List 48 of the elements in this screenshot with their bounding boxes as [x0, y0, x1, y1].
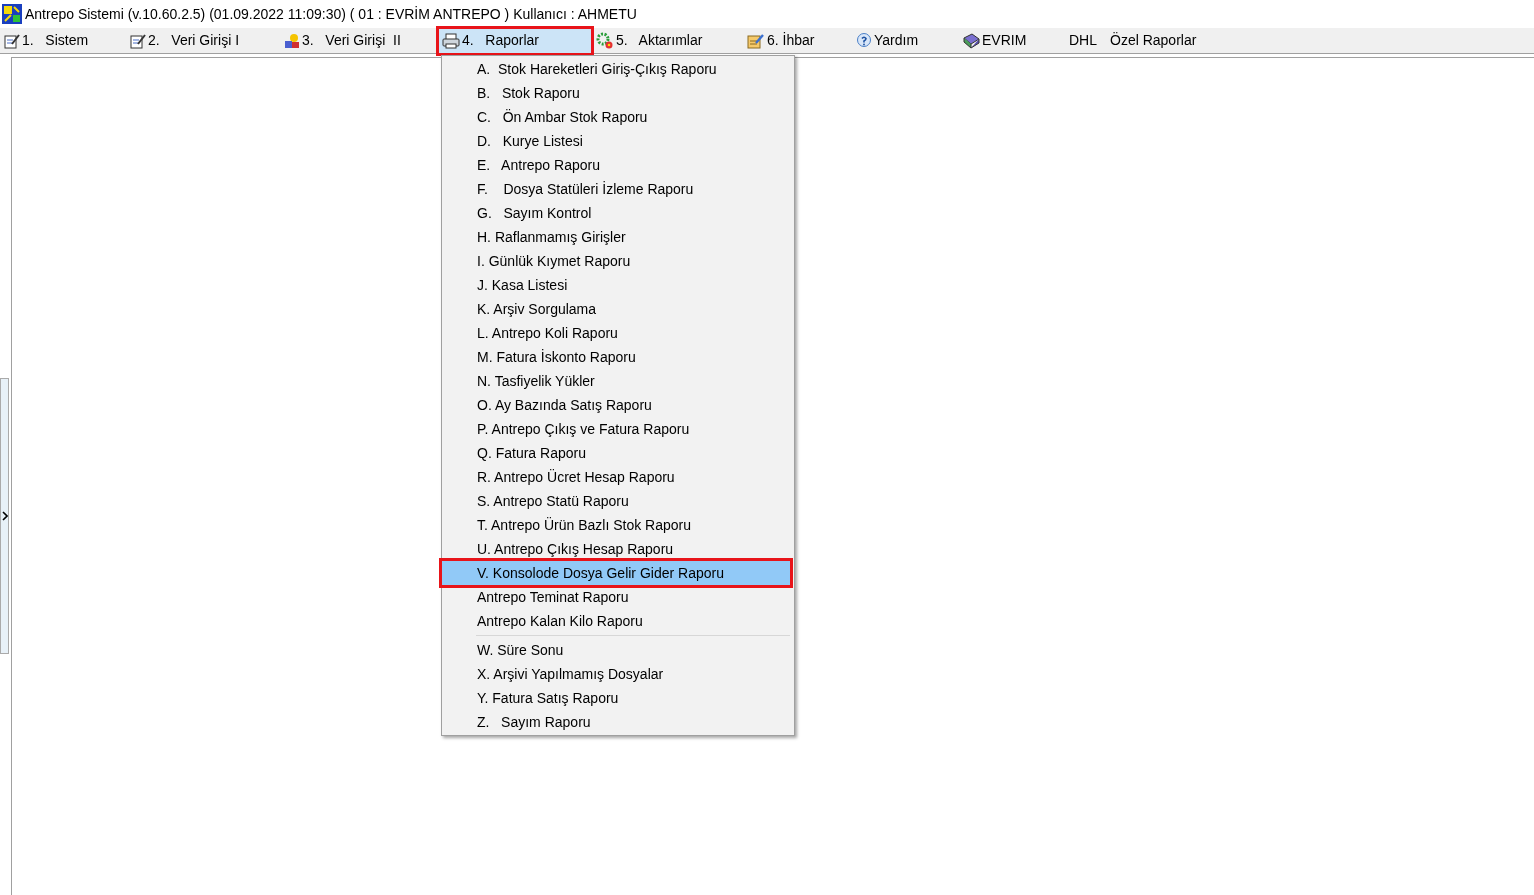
window-title: Antrepo Sistemi (v.10.60.2.5) (01.09.2022 11:09:30) ( 01 : EVRİM ANTREPO ) Kullanıcı : AHMETU	[25, 4, 637, 24]
shapes-icon	[284, 32, 300, 49]
menu-item[interactable]: Z. Sayım Raporu	[442, 710, 790, 734]
menu-item[interactable]: A. Stok Hareketleri Giriş-Çıkış Raporu	[442, 57, 790, 81]
menu-bar-item[interactable]: 4. Raporlar	[438, 27, 592, 54]
printer-icon	[442, 32, 460, 49]
chevron-right-icon	[1, 511, 8, 521]
menu-item[interactable]: C. Ön Ambar Stok Raporu	[442, 105, 790, 129]
help-icon	[856, 32, 872, 49]
menu-item[interactable]: Antrepo Teminat Raporu	[442, 585, 790, 609]
menu-bar-item[interactable]: EVRIM	[958, 27, 1065, 54]
menu-item[interactable]: U. Antrepo Çıkış Hesap Raporu	[442, 537, 790, 561]
menu-item[interactable]: B. Stok Raporu	[442, 81, 790, 105]
gear-icon	[596, 31, 614, 50]
book-icon	[962, 32, 980, 49]
notepad-pencil-icon	[747, 32, 765, 49]
menu-bar-item[interactable]: 2. Veri Girişi I	[126, 27, 280, 54]
menu-bar-item[interactable]: 3. Veri Girişi II	[280, 27, 428, 54]
menu-item[interactable]: V. Konsolode Dosya Gelir Gider Raporu	[442, 561, 790, 585]
menu-item[interactable]: D. Kurye Listesi	[442, 129, 790, 153]
menu-item[interactable]: H. Raflanmamış Girişler	[442, 225, 790, 249]
menu-item[interactable]: Y. Fatura Satış Raporu	[442, 686, 790, 710]
menu-item[interactable]: J. Kasa Listesi	[442, 273, 790, 297]
menu-item[interactable]: N. Tasfiyelik Yükler	[442, 369, 790, 393]
menu-bar-item[interactable]: 1. Sistem	[0, 27, 126, 54]
menu-item[interactable]: S. Antrepo Statü Raporu	[442, 489, 790, 513]
app-logo-icon	[2, 4, 22, 24]
menu-item[interactable]: E. Antrepo Raporu	[442, 153, 790, 177]
menu-item[interactable]: G. Sayım Kontrol	[442, 201, 790, 225]
menu-item[interactable]: L. Antrepo Koli Raporu	[442, 321, 790, 345]
menu-item[interactable]: T. Antrepo Ürün Bazlı Stok Raporu	[442, 513, 790, 537]
menu-item[interactable]: I. Günlük Kıymet Raporu	[442, 249, 790, 273]
menu-item[interactable]: M. Fatura İskonto Raporu	[442, 345, 790, 369]
pencil-note-icon	[4, 32, 20, 49]
menu-item[interactable]: X. Arşivi Yapılmamış Dosyalar	[442, 662, 790, 686]
pencil-note-icon	[130, 32, 146, 49]
collapse-handle[interactable]	[0, 378, 9, 654]
menu-bar-item[interactable]: 5. Aktarımlar	[592, 27, 743, 54]
menu-item[interactable]: Antrepo Kalan Kilo Raporu	[442, 609, 790, 633]
menu-item[interactable]: Q. Fatura Raporu	[442, 441, 790, 465]
menu-bar-item[interactable]: 6. İhbar	[743, 27, 852, 54]
menu-item[interactable]: R. Antrepo Ücret Hesap Raporu	[442, 465, 790, 489]
menu-item[interactable]: F. Dosya Statüleri İzleme Raporu	[442, 177, 790, 201]
menu-item[interactable]: P. Antrepo Çıkış ve Fatura Raporu	[442, 417, 790, 441]
menu-item[interactable]: K. Arşiv Sorgulama	[442, 297, 790, 321]
menu-bar-item[interactable]: Yardım	[852, 27, 958, 54]
menu-item[interactable]: O. Ay Bazında Satış Raporu	[442, 393, 790, 417]
menu-item[interactable]: W. Süre Sonu	[442, 638, 790, 662]
